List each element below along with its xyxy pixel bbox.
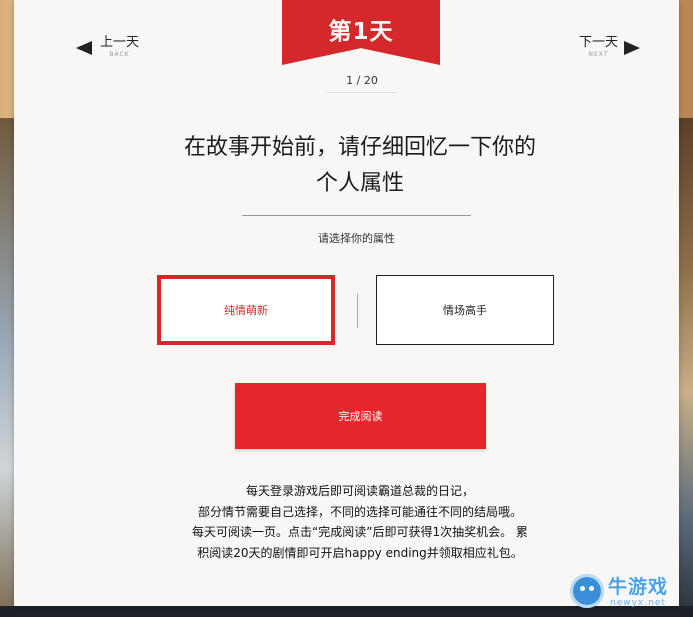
finish-reading-button[interactable]: 完成阅读 [235,383,486,449]
background-art-right [679,118,693,617]
page-counter: 1 / 20 [346,74,378,87]
site-watermark: 牛游戏 newyx.net [570,570,688,614]
prev-day-sublabel: BACK [109,51,130,58]
diary-card: 上一天 BACK 第1天 下一天 NEXT 1 / 20 在故事开始前，请仔细回… [14,0,679,606]
day-title: 第1天 [328,19,394,45]
prev-day-label: 上一天 [100,35,140,50]
attribute-prompt: 请选择你的属性 [318,232,395,245]
description-line: 积阅读20天的剧情即可开启happy ending并领取相应礼包。 [197,545,523,560]
next-day-button[interactable]: 下一天 NEXT [579,35,641,60]
description-line: 部分情节需要自己选择，不同的选择可能通往不同的结局哦。 [197,504,522,519]
option-love-expert[interactable]: 情场高手 [376,275,554,345]
mascot-icon [570,574,604,608]
next-day-label: 下一天 [579,35,619,50]
prev-day-button[interactable]: 上一天 BACK [76,36,139,60]
options-divider [357,293,358,328]
arrow-right-icon [624,41,641,55]
arrow-left-icon [76,41,92,55]
background-art-left [0,118,14,617]
title-divider [242,215,471,216]
title-line-2: 个人属性 [315,171,404,196]
title-line-1: 在故事开始前，请仔细回忆一下你的 [183,135,536,160]
option-label: 纯情萌新 [224,304,268,317]
next-day-sublabel: NEXT [588,51,609,58]
watermark-name: 牛游戏 [608,576,669,598]
day-ribbon: 第1天 [282,0,440,65]
page-counter-underline [327,92,397,93]
description-line: 每天可阅读一页。点击“完成阅读”后即可获得1次抽奖机会。 累 [192,525,528,539]
description: 每天登录游戏后即可阅读霸道总裁的日记， 部分情节需要自己选择，不同的选择可能通往… [134,481,586,563]
page-title: 在故事开始前，请仔细回忆一下你的 个人属性 [134,130,586,202]
option-label: 情场高手 [443,304,487,317]
option-innocent-newbie[interactable]: 纯情萌新 [157,275,335,345]
watermark-url: newyx.net [610,598,666,608]
description-line: 每天登录游戏后即可阅读霸道总裁的日记， [245,484,474,498]
